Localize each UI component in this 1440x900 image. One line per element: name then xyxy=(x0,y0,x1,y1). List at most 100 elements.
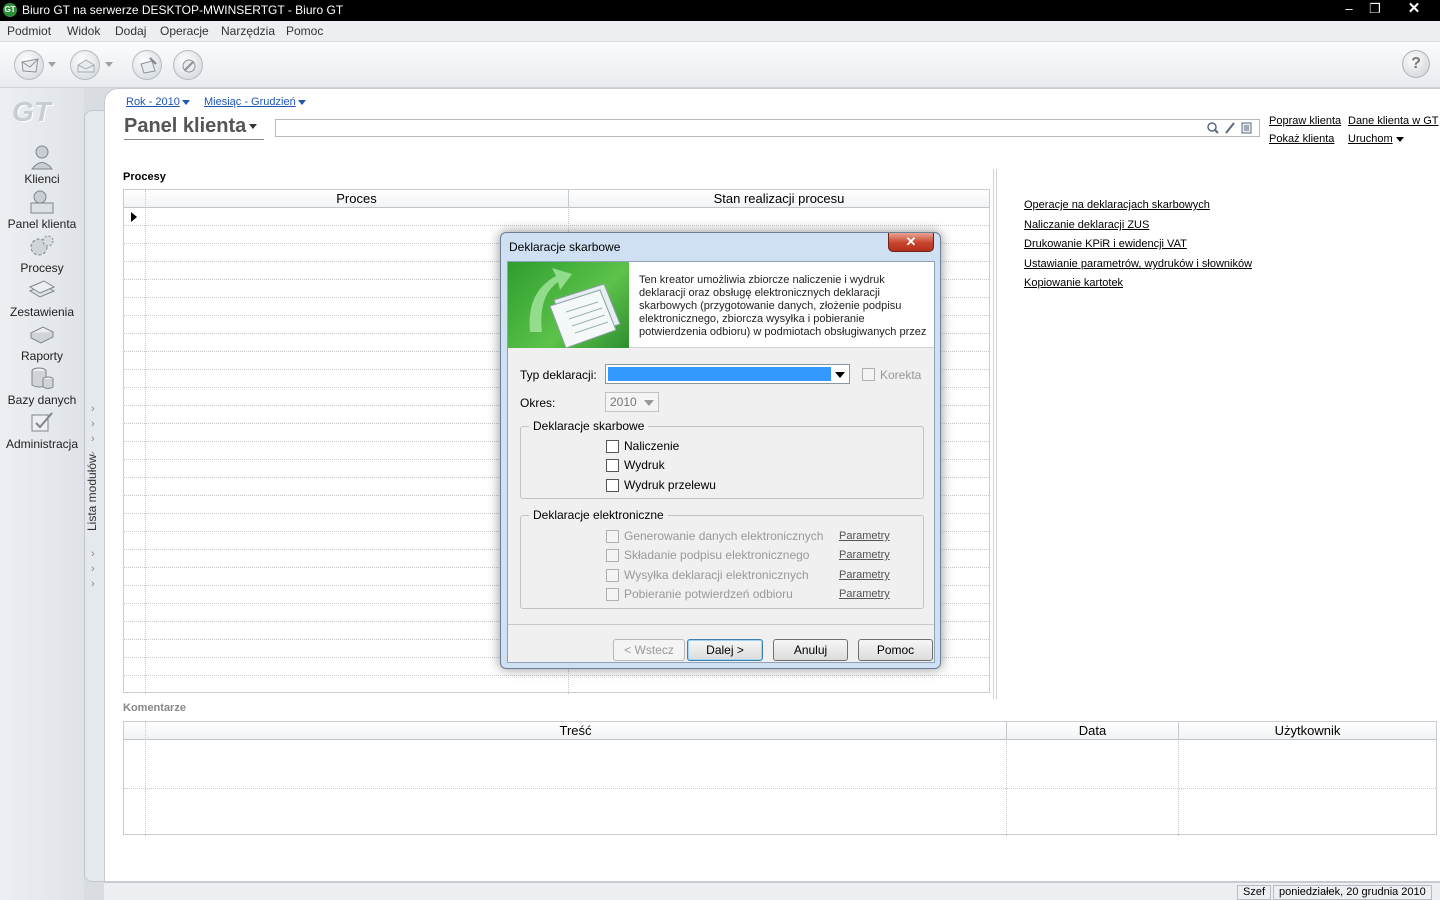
month-selector[interactable]: Miesiąc - Grudzień xyxy=(204,96,306,108)
gears-icon xyxy=(30,235,54,256)
chevron-right-icon[interactable]: › xyxy=(91,563,95,575)
podpis-checkbox[interactable] xyxy=(606,549,619,562)
typ-deklaracji-select[interactable] xyxy=(605,364,850,384)
dialog-close-button[interactable]: ✕ xyxy=(888,233,934,252)
dialog-title: Deklaracje skarbowe xyxy=(509,240,621,254)
wydruk-przelewu-checkbox[interactable] xyxy=(606,479,619,492)
korekta-checkbox[interactable] xyxy=(862,368,875,381)
generowanie-checkbox[interactable] xyxy=(606,530,619,543)
wizard-banner: Ten kreator umożliwia zbiorcze naliczeni… xyxy=(508,262,934,349)
sidebar-item-bazy-danych[interactable]: Bazy danych xyxy=(0,365,84,407)
task-link-zus[interactable]: Naliczanie deklaracji ZUS xyxy=(1024,219,1149,231)
minimize-button[interactable]: ‒ xyxy=(1336,0,1362,18)
wydruk-checkbox[interactable] xyxy=(606,459,619,472)
app-logo-icon: GT xyxy=(3,3,17,17)
pokaz-klienta-link[interactable]: Pokaż klienta xyxy=(1269,133,1334,145)
sidebar-item-panel-klienta[interactable]: Panel klienta xyxy=(0,189,84,231)
typ-deklaracji-label: Typ deklaracji: xyxy=(520,368,597,382)
sidebar-item-label: Panel klienta xyxy=(7,217,77,231)
menu-narzedzia[interactable]: Narzędzia xyxy=(221,24,275,38)
group-title: Deklaracje elektroniczne xyxy=(529,508,668,522)
column-header-tresc[interactable]: Treść xyxy=(145,722,1006,740)
menu-pomoc[interactable]: Pomoc xyxy=(286,24,323,38)
chevron-down-icon[interactable] xyxy=(105,62,113,67)
parametry-link[interactable]: Parametry xyxy=(839,588,890,600)
deklaracje-dialog: Deklaracje skarbowe ✕ Ten kreator umożli… xyxy=(500,232,941,669)
sidebar-item-zestawienia[interactable]: Zestawienia xyxy=(0,277,84,319)
podpis-label: Składanie podpisu elektronicznego xyxy=(624,548,810,562)
parametry-link[interactable]: Parametry xyxy=(839,569,890,581)
pen-envelope-icon xyxy=(140,57,157,74)
client-panel-icon xyxy=(30,190,54,214)
chevron-right-icon[interactable]: › xyxy=(91,578,95,590)
sidebar-item-label: Raporty xyxy=(20,349,64,363)
menu-operacje[interactable]: Operacje xyxy=(160,24,209,38)
column-header-data[interactable]: Data xyxy=(1006,722,1178,740)
column-header-stan[interactable]: Stan realizacji procesu xyxy=(568,190,989,208)
panel-splitter[interactable] xyxy=(993,169,997,699)
komentarze-section-label: Komentarze xyxy=(123,702,186,714)
chevron-right-icon[interactable]: › xyxy=(91,548,95,560)
sidebar-item-label: Klienci xyxy=(24,172,60,186)
sheets-icon xyxy=(28,280,56,298)
chevron-down-icon xyxy=(249,124,258,130)
potwierdzenia-checkbox[interactable] xyxy=(606,588,619,601)
mail-pen-button[interactable] xyxy=(132,50,162,80)
menu-dodaj[interactable]: Dodaj xyxy=(115,24,146,38)
okres-label: Okres: xyxy=(520,396,556,410)
sidebar-item-procesy[interactable]: Procesy xyxy=(0,233,84,275)
okres-select[interactable]: 2010 xyxy=(605,392,659,412)
chevron-down-icon[interactable] xyxy=(48,62,56,67)
search-tools-icons[interactable] xyxy=(1206,121,1256,135)
task-link-deklaracje-skarbowe[interactable]: Operacje na deklaracjach skarbowych xyxy=(1024,199,1210,211)
envelope-icon xyxy=(21,58,39,73)
envelope-open-icon xyxy=(77,59,95,73)
sidebar-item-administracja[interactable]: Administracja xyxy=(0,409,84,451)
grid-divider xyxy=(145,190,146,694)
popraw-klienta-link[interactable]: Popraw klienta xyxy=(1269,115,1341,127)
tools-button[interactable] xyxy=(173,50,203,80)
close-window-button[interactable]: ✕ xyxy=(1390,0,1438,18)
sidebar-item-label: Procesy xyxy=(20,261,64,275)
column-header-uzytkownik[interactable]: Użytkownik xyxy=(1178,722,1436,740)
sidebar-item-klienci[interactable]: Klienci xyxy=(0,144,84,186)
help-icon[interactable]: ? xyxy=(1402,50,1430,78)
task-link-kopiowanie[interactable]: Kopiowanie kartotek xyxy=(1024,277,1123,289)
sidebar-item-label: Bazy danych xyxy=(7,393,77,407)
task-link-parametry[interactable]: Ustawianie parametrów, wydruków i słowni… xyxy=(1024,258,1252,270)
modules-list-label: Lista modułów xyxy=(85,454,99,531)
dialog-body: Ten kreator umożliwia zbiorcze naliczeni… xyxy=(507,261,935,663)
wydruk-przelewu-label: Wydruk przelewu xyxy=(624,478,716,492)
client-search-input[interactable] xyxy=(275,119,1260,137)
parametry-link[interactable]: Parametry xyxy=(839,530,890,542)
wysylka-checkbox[interactable] xyxy=(606,569,619,582)
wydruk-label: Wydruk xyxy=(624,458,665,472)
dane-klienta-link[interactable]: Dane klienta w GT xyxy=(1348,115,1438,127)
maximize-button[interactable]: ❐ xyxy=(1362,0,1388,18)
database-icon xyxy=(31,367,54,389)
status-bar: Szef poniedziałek, 20 grudnia 2010 xyxy=(104,882,1440,900)
envelope-send-button[interactable] xyxy=(14,50,44,80)
cancel-button[interactable]: Anuluj xyxy=(773,639,848,661)
uruchom-link[interactable]: Uruchom xyxy=(1348,133,1404,145)
naliczenie-checkbox[interactable] xyxy=(606,440,619,453)
task-link-kpir-vat[interactable]: Drukowanie KPiR i ewidencji VAT xyxy=(1024,238,1187,250)
menu-podmiot[interactable]: Podmiot xyxy=(7,24,51,38)
sidebar-item-raporty[interactable]: Raporty xyxy=(0,321,84,363)
help-button[interactable]: Pomoc xyxy=(858,639,933,661)
parametry-link[interactable]: Parametry xyxy=(839,549,890,561)
next-button[interactable]: Dalej > xyxy=(687,639,763,661)
group-title: Deklaracje skarbowe xyxy=(529,419,649,433)
menu-widok[interactable]: Widok xyxy=(67,24,100,38)
document-arrow-icon xyxy=(529,268,621,349)
komentarze-grid[interactable]: Treść Data Użytkownik xyxy=(123,721,1437,836)
column-header-proces[interactable]: Proces xyxy=(145,190,568,208)
back-button[interactable]: < Wstecz xyxy=(613,639,685,661)
sidebar: GT Klienci Panel klienta Procesy Zestawi… xyxy=(0,88,84,900)
envelope-open-button[interactable] xyxy=(70,50,100,80)
sidebar-item-label: Administracja xyxy=(5,437,79,451)
admin-icon xyxy=(31,412,53,432)
chevron-down-icon xyxy=(644,400,654,406)
year-selector[interactable]: Rok - 2010 xyxy=(126,96,190,108)
page-title[interactable]: Panel klienta xyxy=(124,115,264,140)
